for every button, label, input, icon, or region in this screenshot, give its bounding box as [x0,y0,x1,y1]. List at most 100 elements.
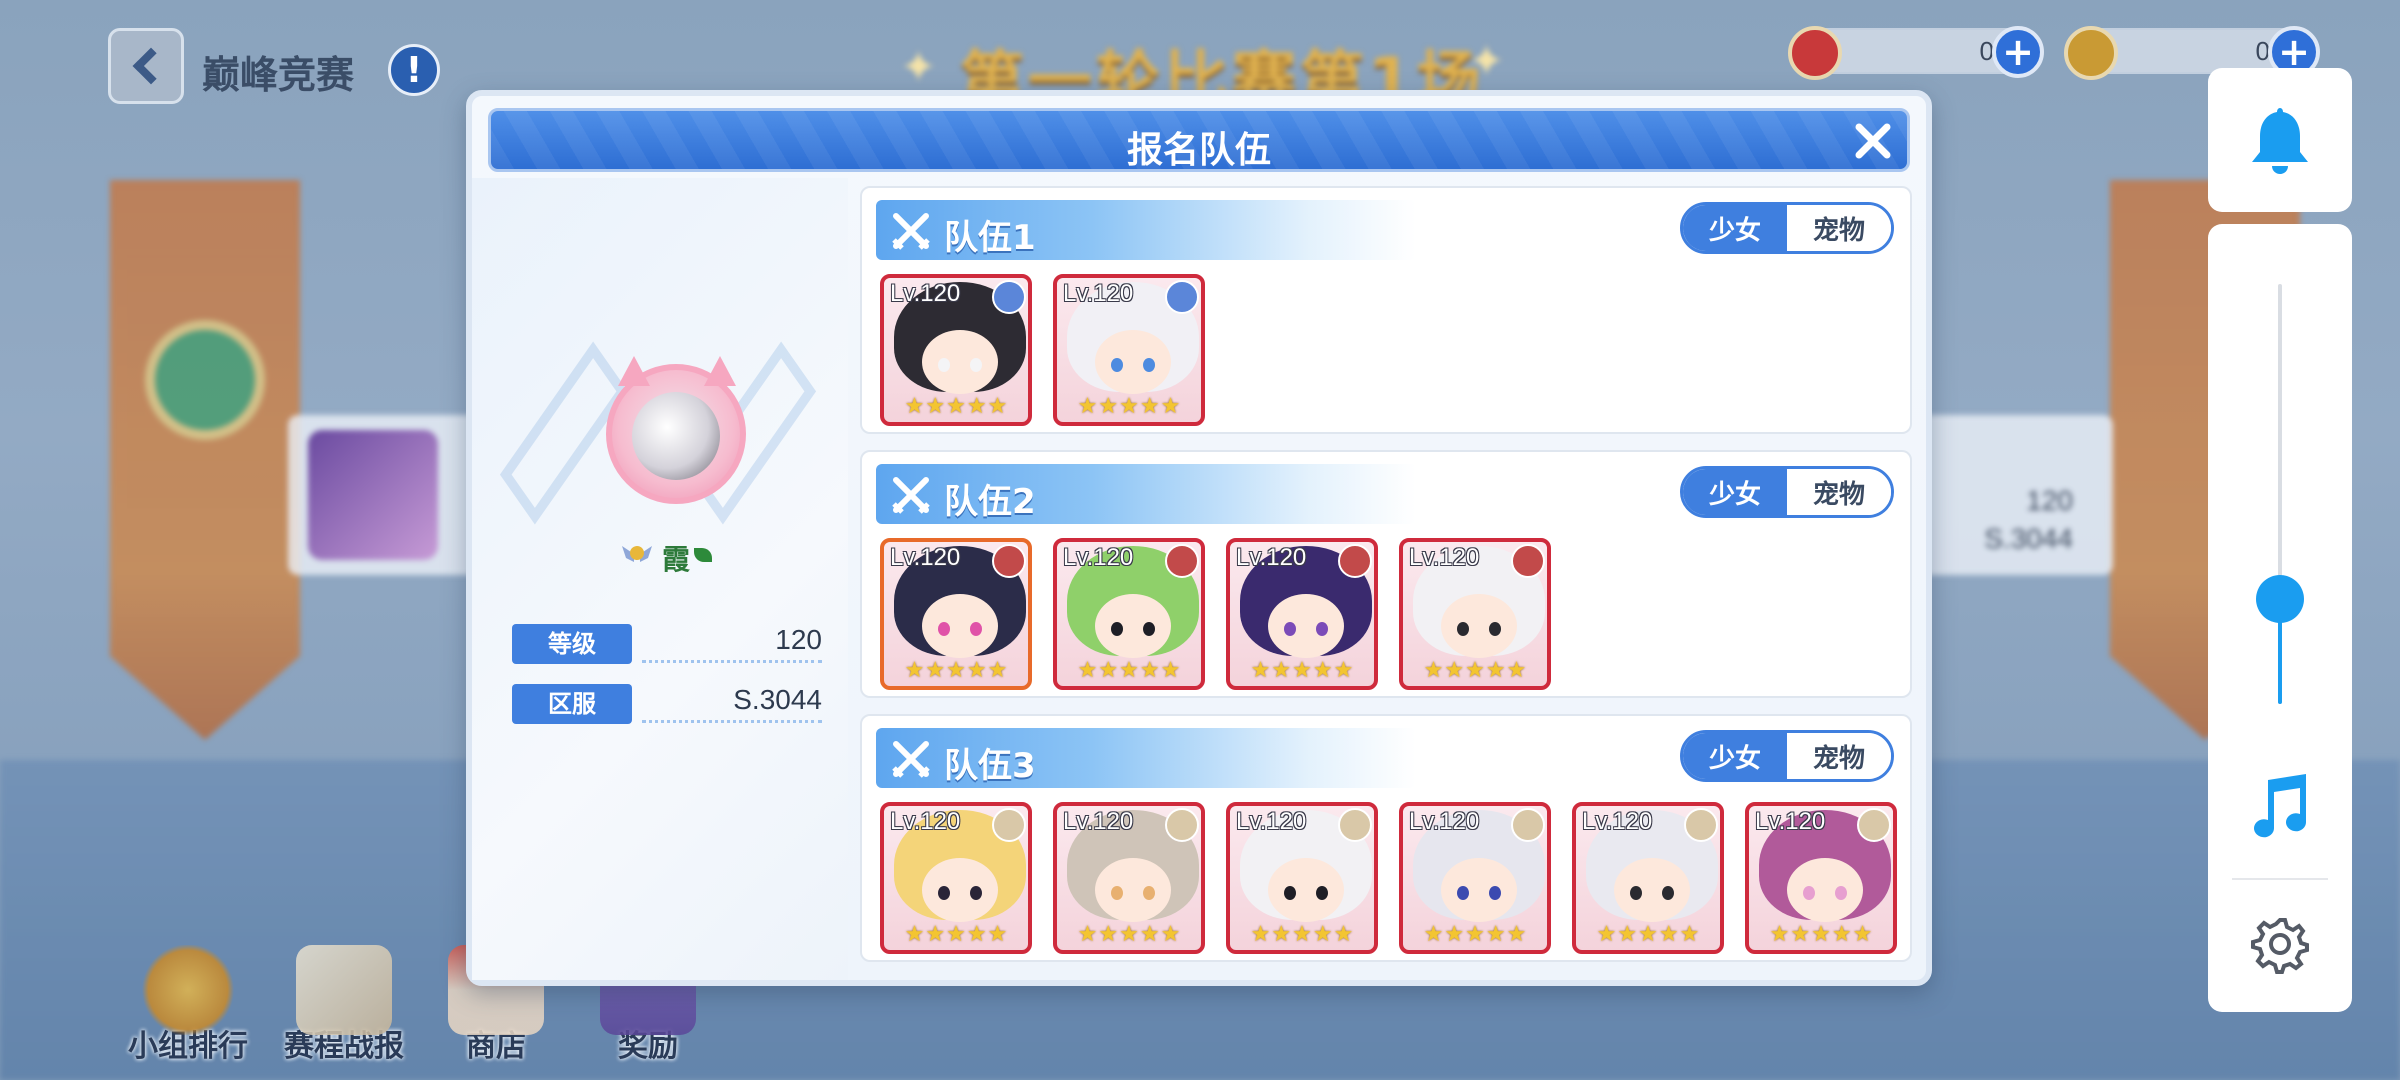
notification-button[interactable] [2208,68,2352,212]
star-icon: ★ [1160,394,1181,419]
scroll-icon [296,945,392,1035]
star-icon: ★ [1160,922,1181,947]
star-icon: ★ [987,394,1008,419]
star-rating: ★ ★ ★ ★ ★ [1061,658,1197,684]
character-level: Lv.120 [890,544,961,571]
volume-slider-handle[interactable] [2256,575,2304,623]
add-currency-button[interactable]: + [1992,26,2044,78]
star-rating: ★ ★ ★ ★ ★ [1407,658,1543,684]
star-icon: ★ [1658,922,1679,947]
sparkle-icon: ✦ [900,42,937,93]
info-icon[interactable]: ! [388,44,440,96]
background-level-text: 120 [2026,485,2073,516]
star-icon: ★ [1250,922,1271,947]
character-level: Lv.120 [1236,544,1307,571]
character-level: Lv.120 [1409,544,1480,571]
close-button[interactable] [1851,119,1895,163]
star-icon: ★ [1506,922,1527,947]
tab-pet[interactable]: 宠物 [1787,205,1891,251]
divider [2232,878,2328,880]
tab-girl[interactable]: 少女 [1683,205,1787,251]
gear-badge-icon [1857,808,1891,842]
character-card[interactable]: Lv.120 ★ ★ ★ ★ ★ [1399,802,1551,954]
gear-badge-icon [992,808,1026,842]
team-2-panel: 队伍2 少女 宠物 Lv.120 ★ ★ ★ ★ ★ Lv.120 ★ ★ ★ … [860,450,1912,698]
star-rating: ★ ★ ★ ★ ★ [1234,658,1370,684]
star-icon: ★ [1679,922,1700,947]
avatar[interactable] [606,356,746,504]
gear-badge-icon [1165,808,1199,842]
character-card[interactable]: Lv.120 ★ ★ ★ ★ ★ [1053,802,1205,954]
star-icon: ★ [1292,658,1312,683]
crossed-swords-icon [892,213,930,250]
team-1-panel: 队伍1 少女 宠物 Lv.120 ★ ★ ★ ★ ★ Lv.120 ★ ★ ★ … [860,186,1912,434]
music-note-icon[interactable] [2248,772,2312,846]
star-icon: ★ [1312,658,1333,683]
character-level: Lv.120 [1755,808,1826,835]
character-card[interactable]: Lv.120 ★ ★ ★ ★ ★ [880,538,1032,690]
character-card[interactable]: Lv.120 ★ ★ ★ ★ ★ [1399,538,1551,690]
tab-girl[interactable]: 少女 [1683,733,1787,779]
star-icon: ★ [1077,658,1098,683]
star-icon: ★ [1271,922,1292,947]
star-icon: ★ [1790,922,1811,947]
rank-wings-icon [620,536,654,570]
star-rating: ★ ★ ★ ★ ★ [888,394,1024,420]
character-card[interactable]: Lv.120 ★ ★ ★ ★ ★ [1226,538,1378,690]
star-icon: ★ [1139,658,1160,683]
star-rating: ★ ★ ★ ★ ★ [1061,394,1197,420]
character-level: Lv.120 [1063,280,1134,307]
character-level: Lv.120 [1236,808,1307,835]
character-card[interactable]: Lv.120 ★ ★ ★ ★ ★ [880,274,1032,426]
character-level: Lv.120 [1409,808,1480,835]
star-rating: ★ ★ ★ ★ ★ [1580,922,1716,948]
star-icon: ★ [1271,658,1292,683]
star-icon: ★ [987,922,1008,947]
girl-pet-toggle: 少女 宠物 [1680,466,1894,518]
tab-girl[interactable]: 少女 [1683,469,1787,515]
star-icon: ★ [966,658,987,683]
background-server-text: S.3044 [1984,523,2073,554]
star-rating: ★ ★ ★ ★ ★ [888,922,1024,948]
star-icon: ★ [1423,922,1444,947]
character-level: Lv.120 [1582,808,1653,835]
back-button[interactable] [108,28,184,104]
character-card[interactable]: Lv.120 ★ ★ ★ ★ ★ [1053,274,1205,426]
star-icon: ★ [946,922,966,947]
character-card[interactable]: Lv.120 ★ ★ ★ ★ ★ [880,802,1032,954]
star-icon: ★ [1831,922,1852,947]
star-icon: ★ [1444,922,1465,947]
nav-match-report[interactable]: 赛程战报 [274,945,414,1065]
star-icon: ★ [925,658,946,683]
crown-badge-icon [992,280,1026,314]
star-icon: ★ [1250,658,1271,683]
character-level: Lv.120 [1063,544,1134,571]
star-rating: ★ ★ ★ ★ ★ [1753,922,1889,948]
settings-gear-icon[interactable] [2250,914,2310,978]
team-3-panel: 队伍3 少女 宠物 Lv.120 ★ ★ ★ ★ ★ Lv.120 ★ ★ ★ … [860,714,1912,962]
rose-badge-icon [1511,544,1545,578]
gold-coin-icon [2064,26,2118,80]
leaf-icon [694,548,712,562]
tab-pet[interactable]: 宠物 [1787,469,1891,515]
currency-red-medal: 0 + [1788,26,2044,80]
level-label: 等级 [512,624,632,664]
star-rating: ★ ★ ★ ★ ★ [888,658,1024,684]
star-icon: ★ [1098,922,1119,947]
server-value: S.3044 [642,684,822,723]
nav-group-ranking[interactable]: 小组排行 [118,945,258,1065]
character-card[interactable]: Lv.120 ★ ★ ★ ★ ★ [1745,802,1897,954]
character-card[interactable]: Lv.120 ★ ★ ★ ★ ★ [1226,802,1378,954]
close-icon [1855,123,1891,159]
player-profile-panel: 霞 等级 120 区服 S.3044 [472,178,848,980]
star-icon: ★ [1119,394,1139,419]
gear-badge-icon [1684,808,1718,842]
tab-pet[interactable]: 宠物 [1787,733,1891,779]
star-icon: ★ [1312,922,1333,947]
star-icon: ★ [1139,394,1160,419]
star-icon: ★ [925,922,946,947]
rose-badge-icon [992,544,1026,578]
star-icon: ★ [1333,922,1354,947]
character-card[interactable]: Lv.120 ★ ★ ★ ★ ★ [1053,538,1205,690]
character-card[interactable]: Lv.120 ★ ★ ★ ★ ★ [1572,802,1724,954]
